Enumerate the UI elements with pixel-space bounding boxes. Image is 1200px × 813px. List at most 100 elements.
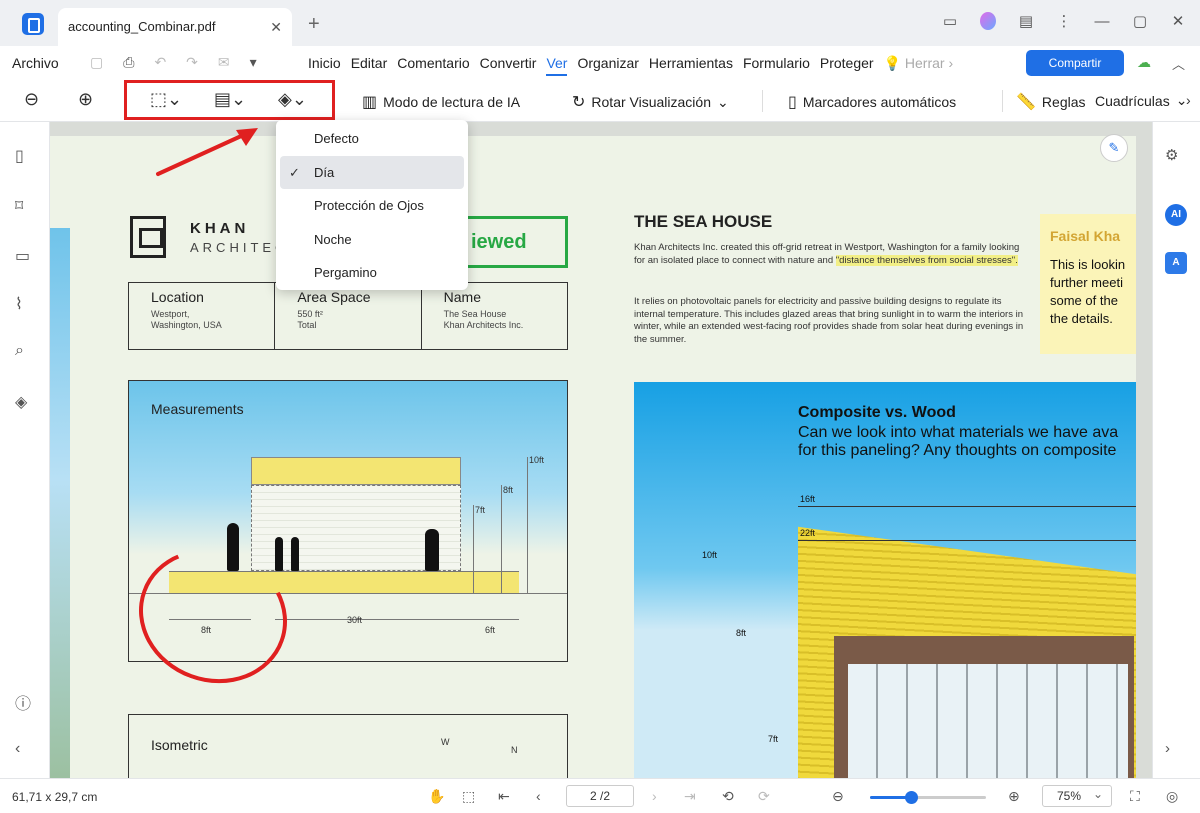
menu-editar[interactable]: Editar (351, 55, 388, 76)
zoom-out-icon[interactable]: ⊖ (832, 788, 844, 805)
rotate-page-icon[interactable]: ⟲ (722, 788, 734, 805)
sticky-note-text: This is lookin further meeti some of the… (1050, 257, 1126, 326)
red-arrow-annotation (156, 128, 258, 176)
checkmark-icon: ✓ (289, 164, 300, 180)
first-page-icon[interactable]: ⇤ (498, 788, 510, 805)
left-sidebar: ▯ ⌑ ▭ ⌇ ⌕ ◈ ⓘ ‹ (0, 122, 50, 778)
feedback-icon[interactable]: ▤ (1018, 12, 1034, 30)
ai-reading-mode-button[interactable]: ▥ Modo de lectura de IA (362, 92, 520, 112)
minimize-button[interactable]: — (1094, 13, 1110, 30)
avatar[interactable] (980, 12, 996, 30)
theme-option-day[interactable]: ✓ Día (280, 155, 464, 189)
properties-icon[interactable]: ⚙ (1165, 146, 1178, 164)
print-icon[interactable]: ⎙ (123, 54, 134, 71)
more-options-icon[interactable]: ⋮ (1056, 12, 1072, 30)
child-figure (275, 537, 283, 571)
last-page-icon[interactable]: ⇥ (684, 788, 696, 805)
dimension-label: 7ft (768, 734, 779, 744)
sticky-note[interactable]: Faisal Kha This is lookin further meeti … (1040, 214, 1136, 354)
measurements-title: Measurements (151, 401, 244, 417)
select-tool-icon[interactable]: ⬚ (462, 788, 475, 805)
collapse-left-icon[interactable]: ‹ (15, 740, 20, 758)
theme-option-parchment[interactable]: Pergamino (280, 256, 464, 290)
auto-bookmarks-button[interactable]: ▯ Marcadores automáticos (788, 92, 956, 112)
info-value: 550 ft² Total (297, 309, 323, 330)
rules-button[interactable]: 📏 Reglas (1016, 92, 1086, 112)
highlighted-quote[interactable]: "distance themselves from social stresse… (835, 254, 1018, 266)
menu-convertir[interactable]: Convertir (480, 55, 537, 76)
document-canvas[interactable]: KHAN ARCHITEC iewed Location Westport, W… (50, 122, 1152, 778)
comment-badge-icon[interactable]: ✎ (1100, 134, 1128, 162)
menu-bar: Archivo ▢ ⎙ ↶ ↷ ✉ ▾ Inicio Editar Coment… (0, 46, 1200, 80)
close-tab-icon[interactable]: ✕ (270, 8, 282, 46)
theme-option-label: Protección de Ojos (314, 198, 424, 213)
theme-option-eye-protection[interactable]: Protección de Ojos (280, 189, 464, 223)
house-roof (251, 457, 461, 485)
search-icon[interactable]: ⌕ (15, 342, 24, 360)
dimension-label: 16ft (800, 494, 816, 504)
redo-icon[interactable]: ↷ (186, 54, 198, 71)
expand-right-icon[interactable]: › (1165, 740, 1170, 757)
zoom-slider-handle[interactable] (905, 791, 918, 804)
khan-logo (130, 216, 166, 258)
zoom-level-select[interactable]: 75% (1042, 784, 1112, 807)
rotate-page-right-icon[interactable]: ⟳ (758, 788, 770, 805)
help-icon[interactable]: ⓘ (15, 690, 31, 714)
layers-icon[interactable]: ◈ (15, 392, 27, 412)
rotate-view-button[interactable]: ↻ Rotar Visualización ⌄ (572, 92, 729, 112)
hand-tool-icon[interactable]: ✋ (428, 788, 445, 805)
close-window-button[interactable]: ✕ (1170, 12, 1186, 30)
menu-herramientas-ai[interactable]: 💡 Herrar › (884, 55, 954, 76)
dimension-line (275, 619, 461, 620)
previous-page-icon[interactable]: ‹ (536, 788, 541, 804)
bookmark-panel-icon[interactable]: ⌑ (15, 196, 23, 216)
comment-panel-icon[interactable]: ▭ (15, 246, 30, 266)
sea-house-paragraph-1: Khan Architects Inc. created this off-gr… (634, 242, 1026, 267)
fullscreen-icon[interactable]: ◎ (1166, 788, 1178, 805)
menu-comentario[interactable]: Comentario (397, 55, 469, 76)
menu-proteger[interactable]: Proteger (820, 55, 874, 76)
zoom-in-icon[interactable]: ⊕ (78, 89, 93, 110)
translate-icon[interactable]: A (1165, 252, 1187, 274)
dimension-label: 7ft (475, 505, 486, 515)
reviewed-stamp[interactable]: iewed (458, 216, 568, 268)
menu-formulario[interactable]: Formulario (743, 55, 810, 76)
theme-option-default[interactable]: Defecto (280, 122, 464, 156)
theme-option-label: Día (314, 164, 335, 180)
ai-assistant-icon[interactable]: AI (1165, 204, 1187, 226)
dimension-label: 10ft (702, 550, 718, 560)
collapse-ribbon-icon[interactable]: ︿ (1172, 54, 1185, 73)
tablet-icon[interactable]: ▭ (942, 12, 958, 30)
zoom-out-icon[interactable]: ⊖ (24, 89, 39, 110)
annotation-highlight-box (124, 80, 335, 120)
zoom-slider[interactable] (870, 791, 986, 804)
menu-organizar[interactable]: Organizar (577, 55, 638, 76)
menu-file[interactable]: Archivo (12, 55, 59, 71)
document-tab[interactable]: accounting_Combinar.pdf ✕ (58, 8, 292, 46)
fit-page-icon[interactable]: ⛶ (1130, 788, 1140, 805)
new-tab-button[interactable]: + (308, 13, 320, 36)
auto-bookmarks-label: Marcadores automáticos (802, 94, 957, 110)
grids-button[interactable]: Cuadrículas ⌄ (1095, 92, 1187, 109)
undo-icon[interactable]: ↶ (154, 54, 166, 71)
menu-inicio[interactable]: Inicio (308, 55, 341, 76)
next-page-icon[interactable]: › (652, 788, 657, 804)
page-number-input[interactable]: 2 /2 (566, 785, 634, 807)
email-icon[interactable]: ✉ (218, 54, 230, 71)
save-icon[interactable]: ▢ (90, 54, 103, 71)
maximize-button[interactable]: ▢ (1132, 12, 1148, 30)
photo-comment-title: Composite vs. Wood (798, 404, 956, 421)
cloud-sync-icon[interactable]: ☁ (1137, 54, 1151, 71)
theme-option-night[interactable]: Noche (280, 223, 464, 257)
share-button[interactable]: Compartir (1026, 50, 1124, 76)
app-logo-icon (22, 13, 44, 35)
dimension-line (798, 506, 1136, 507)
zoom-in-icon[interactable]: ⊕ (1008, 788, 1020, 805)
toolbar-scroll-right-icon[interactable]: › (1186, 92, 1191, 108)
quick-access-dropdown-icon[interactable]: ▾ (250, 54, 257, 71)
thumbnail-icon[interactable]: ▯ (15, 146, 24, 166)
menu-ver[interactable]: Ver (546, 55, 568, 76)
previous-page-edge (50, 228, 70, 778)
menu-herramientas[interactable]: Herramientas (649, 55, 733, 76)
attachment-icon[interactable]: ⌇ (15, 294, 23, 314)
